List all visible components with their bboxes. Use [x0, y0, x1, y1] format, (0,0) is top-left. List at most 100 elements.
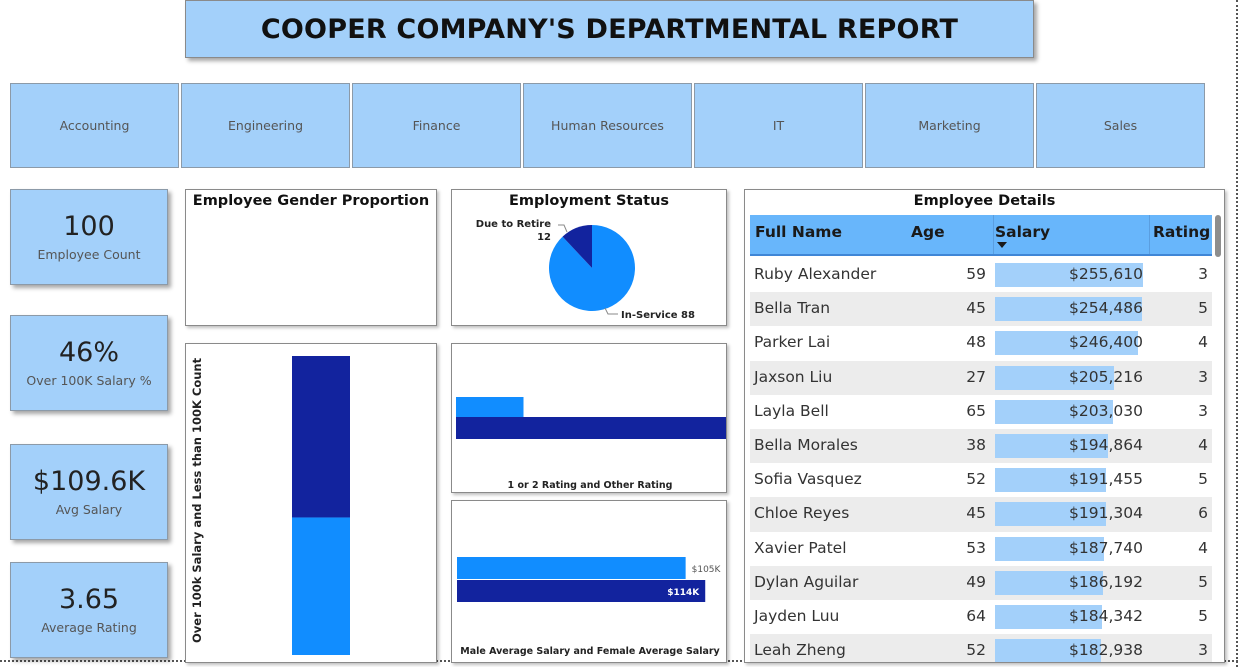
cell-rating: 5	[1198, 606, 1208, 625]
table-row[interactable]: Parker Lai 48 $246,400 4	[750, 326, 1212, 360]
cell-age: 52	[966, 470, 986, 489]
table-title: Employee Details	[913, 193, 1056, 209]
salary-value: $184,342	[1069, 606, 1143, 625]
dept-label: Marketing	[918, 118, 981, 133]
cell-rating: 6	[1198, 504, 1208, 523]
cell-salary: $191,455	[995, 468, 1145, 493]
kpi-average-rating: 3.65 Average Rating	[10, 562, 168, 658]
data-label: $114K	[667, 588, 700, 598]
column-header-salary[interactable]: Salary	[995, 223, 1050, 241]
dept-button-finance[interactable]: Finance	[352, 83, 521, 168]
table-row[interactable]: Leah Zheng 52 $182,938 3	[750, 634, 1212, 662]
report-title: COOPER COMPANY'S DEPARTMENTAL REPORT	[260, 13, 959, 45]
salary-value: $203,030	[1069, 401, 1143, 420]
cell-salary: $254,486	[995, 297, 1145, 322]
table-row[interactable]: Bella Tran 45 $254,486 5	[750, 292, 1212, 327]
chart-title: Over 100k Salary and Less than 100K Coun…	[190, 357, 204, 643]
data-label: In-Service 88	[621, 310, 695, 321]
cell-salary: $187,740	[995, 536, 1145, 561]
data-label: Due to Retire	[476, 219, 551, 230]
status-pie-chart: In-Service 88 Due to Retire 12	[476, 219, 695, 321]
table-row[interactable]: Layla Bell 65 $203,030 3	[750, 395, 1212, 429]
status-pie-panel: Employment Status In-Service 88 Due to Re…	[451, 189, 727, 326]
data-label: $105K	[692, 565, 722, 575]
table-row[interactable]: Bella Morales 38 $194,864 4	[750, 428, 1212, 464]
cell-rating: 4	[1198, 333, 1208, 352]
cell-rating: 4	[1198, 538, 1208, 557]
bar-segment-0[interactable]	[292, 517, 350, 655]
dept-label: Finance	[412, 118, 461, 133]
cell-age: 49	[966, 572, 986, 591]
cell-salary: $182,938	[995, 639, 1145, 662]
kpi-avg-salary: $109.6K Avg Salary	[10, 444, 168, 540]
table-scrollbar[interactable]	[1215, 215, 1221, 257]
cell-rating: 5	[1198, 572, 1208, 591]
employee-details-panel: Employee Details Full Name Age Salary Ra…	[744, 189, 1225, 663]
table-row[interactable]: Jayden Luu 64 $184,342 5	[750, 600, 1212, 634]
cell-full-name: Bella Morales	[754, 435, 858, 454]
column-divider	[1149, 215, 1150, 256]
dept-button-it[interactable]: IT	[694, 83, 863, 168]
salary-value: $246,400	[1069, 333, 1143, 352]
salary-count-chart: Over 100k Salary and Less than 100K Coun…	[190, 356, 350, 655]
cell-age: 45	[966, 299, 986, 318]
chart-title: 1 or 2 Rating and Other Rating	[508, 480, 673, 491]
column-header-full-name[interactable]: Full Name	[755, 223, 842, 241]
cell-rating: 5	[1198, 470, 1208, 489]
salary-value: $254,486	[1069, 299, 1143, 318]
cell-age: 27	[966, 367, 986, 386]
table-row[interactable]: Xavier Patel 53 $187,740 4	[750, 532, 1212, 566]
cell-salary: $205,216	[995, 365, 1145, 390]
kpi-value: 100	[63, 210, 115, 242]
cell-full-name: Parker Lai	[754, 333, 831, 352]
dept-button-accounting[interactable]: Accounting	[10, 83, 179, 168]
cell-salary: $194,864	[995, 433, 1145, 458]
cell-full-name: Dylan Aguilar	[754, 572, 859, 591]
table-row[interactable]: Ruby Alexander 59 $255,610 3	[750, 258, 1212, 292]
cell-age: 53	[966, 538, 986, 557]
cell-rating: 5	[1198, 299, 1208, 318]
report-title-banner: COOPER COMPANY'S DEPARTMENTAL REPORT	[185, 0, 1034, 58]
cell-full-name: Bella Tran	[754, 299, 831, 318]
kpi-label: Over 100K Salary %	[26, 373, 152, 389]
column-header-age[interactable]: Age	[911, 223, 945, 241]
table-row[interactable]: Dylan Aguilar 49 $186,192 5	[750, 565, 1212, 600]
cell-salary: $184,342	[995, 604, 1145, 629]
data-label: 12	[537, 232, 551, 243]
column-divider	[993, 215, 994, 256]
column-header-rating[interactable]: Rating	[1153, 223, 1210, 241]
dept-button-marketing[interactable]: Marketing	[865, 83, 1034, 168]
salary-count-panel: Over 100k Salary and Less than 100K Coun…	[185, 343, 437, 663]
dept-button-sales[interactable]: Sales	[1036, 83, 1205, 168]
dept-label: Sales	[1103, 118, 1138, 133]
cell-full-name: Leah Zheng	[754, 641, 846, 660]
cell-salary: $255,610	[995, 263, 1145, 287]
gender-pie-chart: Male 48Female 47Other 5	[186, 190, 437, 326]
salary-value: $205,216	[1069, 367, 1143, 386]
cell-full-name: Jaxson Liu	[754, 367, 833, 386]
cell-full-name: Layla Bell	[754, 401, 829, 420]
bar-0[interactable]	[457, 557, 686, 579]
canvas-border-right	[1236, 0, 1238, 667]
kpi-label: Employee Count	[37, 247, 141, 263]
chart-title: Male Average Salary and Female Average S…	[460, 646, 720, 657]
leader-line	[558, 224, 568, 233]
dept-button-human-resources[interactable]: Human Resources	[523, 83, 692, 168]
avg-salary-chart: $105K $114K Male Average Salary and Female…	[457, 557, 722, 657]
table-row[interactable]: Chloe Reyes 45 $191,304 6	[750, 497, 1212, 532]
bar-0[interactable]	[456, 397, 524, 417]
cell-rating: 3	[1198, 367, 1208, 386]
dept-button-engineering[interactable]: Engineering	[181, 83, 350, 168]
kpi-label: Avg Salary	[55, 502, 123, 518]
bar-segment-1[interactable]	[292, 356, 350, 518]
salary-value: $255,610	[1069, 265, 1143, 283]
kpi-over-100k-percent: 46% Over 100K Salary %	[10, 315, 168, 411]
cell-salary: $246,400	[995, 331, 1145, 356]
table-row[interactable]: Jaxson Liu 27 $205,216 3	[750, 360, 1212, 395]
cell-rating: 3	[1198, 265, 1208, 283]
rating-chart: 1 or 2 Rating and Other Rating	[456, 397, 726, 491]
cell-rating: 3	[1198, 401, 1208, 420]
table-row[interactable]: Sofia Vasquez 52 $191,455 5	[750, 463, 1212, 497]
bar-1[interactable]	[456, 417, 726, 439]
cell-rating: 3	[1198, 641, 1208, 660]
